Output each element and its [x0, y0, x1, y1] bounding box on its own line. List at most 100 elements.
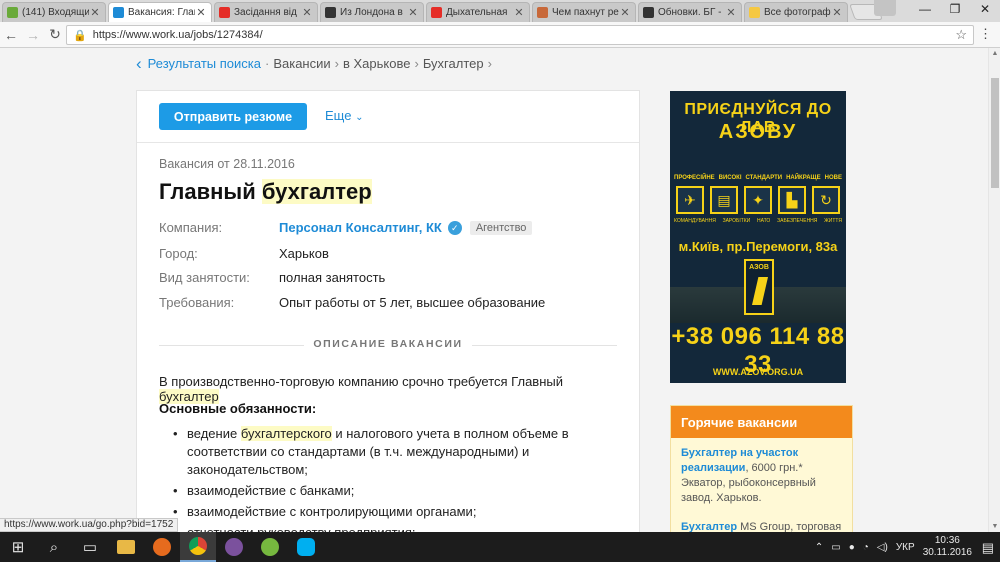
tab-favicon-icon: [219, 7, 230, 18]
title-text: Главный: [159, 179, 262, 204]
window-controls: — ❐ ✕: [910, 0, 1000, 20]
company-label: Компания:: [159, 220, 223, 235]
requirements-row: Требования: Опыт работы от 5 лет, высшее…: [159, 295, 545, 310]
employment-row: Вид занятости: полная занятость: [159, 270, 385, 285]
close-tab-icon[interactable]: ✕: [725, 6, 737, 19]
browser-tab[interactable]: Чем пахнут ре ✕: [532, 2, 636, 22]
description-divider: ОПИСАНИЕ ВАКАНСИИ: [159, 337, 617, 353]
browser-tab[interactable]: Засідання від ✕: [214, 2, 318, 22]
breadcrumb-link-vacancies[interactable]: Вакансии: [273, 56, 330, 71]
hot-vacancies-panel: Горячие вакансии Бухгалтер на участок ре…: [670, 405, 853, 532]
chevron-right-icon: ›: [414, 56, 419, 71]
boot-icon: ▙: [778, 186, 806, 214]
forward-icon[interactable]: →: [22, 27, 44, 43]
bookmark-star-icon[interactable]: ☆: [955, 26, 967, 44]
vacancy-date: Вакансия от 28.11.2016: [159, 157, 295, 171]
network-icon[interactable]: ◔: [863, 542, 869, 553]
status-bar: https://www.work.ua/go.php?bid=1752: [0, 518, 179, 532]
browser-tab[interactable]: Обновки. БГ - ✕: [638, 2, 742, 22]
breadcrumb: ‹ Результаты поиска · Вакансии › в Харьк…: [136, 54, 492, 73]
clock-time: 10:36: [934, 535, 960, 546]
browser-tab[interactable]: Дыхательная ✕: [426, 2, 530, 22]
battery-icon[interactable]: ▭: [831, 542, 840, 553]
lock-icon: 🔒: [73, 29, 87, 42]
more-dropdown[interactable]: Еще ⌄: [325, 108, 363, 123]
close-tab-icon[interactable]: ✕: [513, 6, 525, 19]
tab-favicon-icon: [431, 7, 442, 18]
title-highlight: бухгалтер: [261, 179, 372, 204]
tab-title: Чем пахнут ре: [552, 7, 619, 18]
file-explorer-icon[interactable]: [108, 532, 144, 562]
windows-start-icon[interactable]: ⊞: [0, 532, 36, 562]
close-tab-icon[interactable]: ✕: [619, 6, 631, 19]
utorrent-icon[interactable]: [252, 532, 288, 562]
scroll-up-icon[interactable]: ▲: [990, 50, 1000, 57]
system-tray: ⌃ ▭ ● ◔ ◁) УКР 10:36 30.11.2016: [815, 532, 972, 562]
agency-badge: Агентство: [469, 220, 533, 235]
requirements-value: Опыт работы от 5 лет, высшее образование: [279, 295, 546, 310]
clock[interactable]: 10:36 30.11.2016: [923, 535, 972, 559]
vacancy-intro: В производственно-торговую компанию сроч…: [159, 374, 619, 404]
volume-icon[interactable]: ◁): [877, 542, 888, 553]
url-field[interactable]: 🔒 https://www.work.ua/jobs/1274384/ ☆: [66, 25, 974, 45]
maximize-icon[interactable]: ❐: [940, 0, 970, 20]
browser-tab[interactable]: Вакансия: Глав ✕: [108, 2, 212, 22]
firefox-icon[interactable]: [144, 532, 180, 562]
tab-strip: (141) Входящи ✕ Вакансия: Глав ✕ Засідання в…: [0, 0, 1000, 22]
page-title: Главный бухгалтер: [159, 179, 372, 205]
scroll-down-icon[interactable]: ▼: [990, 523, 1000, 530]
breadcrumb-link-accountant[interactable]: Бухгалтер: [423, 56, 484, 71]
close-tab-icon[interactable]: ✕: [89, 6, 101, 19]
reload-icon[interactable]: ↻: [44, 26, 66, 43]
cycle-icon: ↻: [812, 186, 840, 214]
skype-icon[interactable]: [288, 532, 324, 562]
chrome-icon[interactable]: [180, 532, 216, 562]
taskbar: ⊞ ⌕ ▭ ⌃ ▭ ● ◔ ◁) УКР 10:36 30.11.2016 ▤: [0, 532, 1000, 562]
close-window-icon[interactable]: ✕: [970, 0, 1000, 20]
minimize-icon[interactable]: —: [910, 0, 940, 20]
ad-captions-bottom: КОМАНДУВАННЯ ЗАРОБІТКИ НАТО ЗАБЕЗПЕЧЕННЯ ЖИТ…: [674, 218, 842, 224]
ad-headline-2: АЗОВУ: [718, 121, 798, 143]
browser-tab[interactable]: Из Лондона в ✕: [320, 2, 424, 22]
browser-tab[interactable]: (141) Входящи ✕: [2, 2, 106, 22]
breadcrumb-link-kharkiv[interactable]: в Харькове: [343, 56, 410, 71]
close-tab-icon[interactable]: ✕: [195, 6, 207, 19]
money-icon: ▤: [710, 186, 738, 214]
tab-favicon-icon: [749, 7, 760, 18]
list-item: ведение бухгалтерского и налогового учет…: [173, 425, 577, 479]
breadcrumb-link-search-results[interactable]: Результаты поиска: [148, 56, 261, 71]
hot-vacancies-title: Горячие вакансии: [671, 406, 852, 438]
duties-heading: Основные обязанности:: [159, 401, 317, 416]
close-tab-icon[interactable]: ✕: [301, 6, 313, 19]
scrollbar-thumb[interactable]: [991, 78, 999, 188]
list-item: взаимодействие с банками;: [173, 482, 577, 500]
duties-list: ведение бухгалтерского и налогового учет…: [173, 425, 577, 532]
intro-text: В производственно-торговую компанию сроч…: [159, 374, 563, 389]
task-view-icon[interactable]: ▭: [72, 532, 108, 562]
utorrent-tray-icon[interactable]: ●: [849, 542, 855, 553]
tray-arrow-icon[interactable]: ⌃: [815, 542, 823, 553]
hot-vacancy-link[interactable]: Бухгалтер: [681, 521, 737, 532]
company-link[interactable]: Персонал Консалтинг, КК: [279, 220, 442, 235]
ad-banner[interactable]: ПРИЄДНУЙСЯ ДО ЛАВ АЗОВУ ПРОФЕСІЙНЕ ВИСОКІ…: [670, 91, 846, 383]
send-resume-button[interactable]: Отправить резюме: [159, 103, 307, 130]
profile-icon[interactable]: [874, 0, 896, 16]
company-row: Компания: Персонал Консалтинг, КК ✓ Аген…: [159, 220, 533, 235]
tab-title: Вакансия: Глав: [128, 7, 195, 18]
tab-title: Из Лондона в: [340, 7, 403, 18]
tab-favicon-icon: [643, 7, 654, 18]
browser-menu-icon[interactable]: ⋮: [979, 26, 992, 42]
search-icon[interactable]: ⌕: [36, 532, 72, 562]
close-tab-icon[interactable]: ✕: [831, 6, 843, 19]
page-scrollbar[interactable]: ▲ ▼: [988, 48, 1000, 532]
tab-title: Все фотограф: [764, 7, 831, 18]
browser-tab[interactable]: Все фотограф ✕: [744, 2, 848, 22]
close-tab-icon[interactable]: ✕: [407, 6, 419, 19]
notifications-icon[interactable]: ▤: [982, 540, 994, 556]
tab-favicon-icon: [113, 7, 124, 18]
viber-icon[interactable]: [216, 532, 252, 562]
back-icon[interactable]: ←: [0, 27, 22, 43]
chevron-right-icon: ›: [334, 56, 339, 71]
chevron-left-icon[interactable]: ‹: [136, 55, 142, 72]
language-indicator[interactable]: УКР: [896, 542, 915, 553]
